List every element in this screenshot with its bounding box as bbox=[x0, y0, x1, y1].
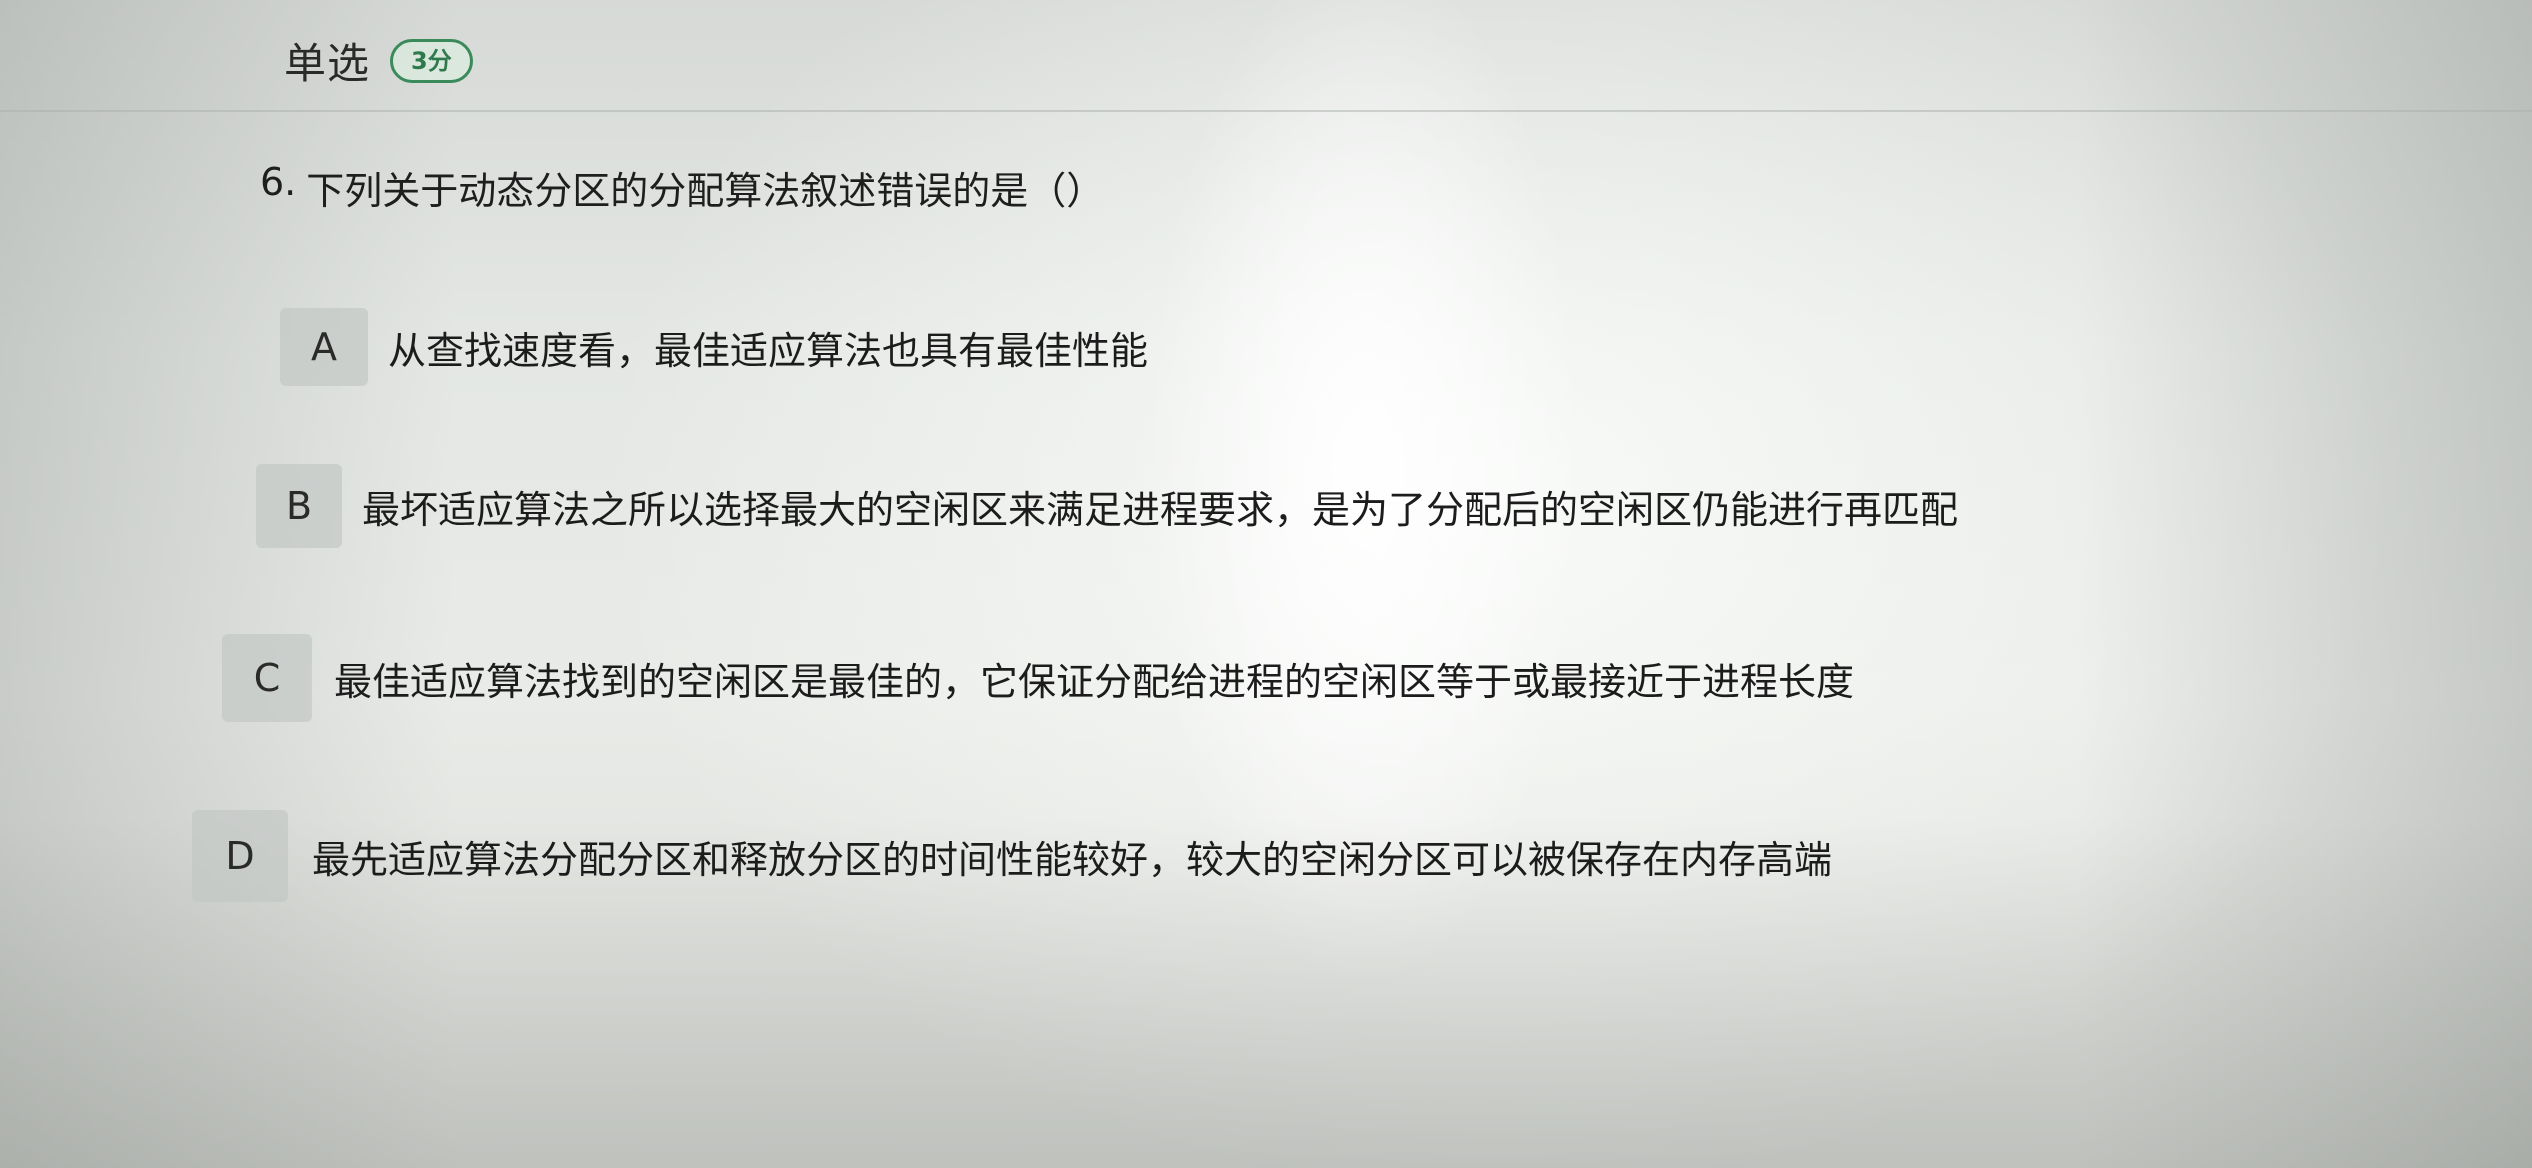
question-type-label: 单选 bbox=[284, 39, 371, 88]
question-stem: 6. 下列关于动态分区的分配算法叙述错误的是（） bbox=[260, 160, 1104, 215]
option-d[interactable]: D 最先适应算法分配分区和释放分区的时间性能较好，较大的空闲分区可以被保存在内存… bbox=[192, 810, 1832, 902]
option-c-letter[interactable]: C bbox=[222, 634, 312, 722]
option-a-letter[interactable]: A bbox=[280, 308, 368, 386]
option-b[interactable]: B 最坏适应算法之所以选择最大的空闲区来满足进程要求，是为了分配后的空闲区仍能进… bbox=[256, 464, 1958, 548]
option-b-text: 最坏适应算法之所以选择最大的空闲区来满足进程要求，是为了分配后的空闲区仍能进行再… bbox=[362, 487, 1959, 532]
option-c-text: 最佳适应算法找到的空闲区是最佳的，它保证分配给进程的空闲区等于或最接近于进程长度 bbox=[334, 659, 1855, 704]
score-badge: 3分 bbox=[390, 38, 473, 83]
option-d-text: 最先适应算法分配分区和释放分区的时间性能较好，较大的空闲分区可以被保存在内存高端 bbox=[312, 837, 1833, 882]
option-a[interactable]: A 从查找速度看，最佳适应算法也具有最佳性能 bbox=[280, 308, 1148, 386]
option-d-letter[interactable]: D bbox=[192, 810, 288, 902]
option-b-letter[interactable]: B bbox=[256, 464, 342, 548]
option-c[interactable]: C 最佳适应算法找到的空闲区是最佳的，它保证分配给进程的空闲区等于或最接近于进程… bbox=[222, 634, 1854, 722]
question-number: 6. bbox=[260, 160, 297, 204]
question-header: 单选 3分 bbox=[284, 30, 473, 91]
question-text: 下列关于动态分区的分配算法叙述错误的是（） bbox=[306, 169, 1105, 213]
option-a-text: 从查找速度看，最佳适应算法也具有最佳性能 bbox=[388, 328, 1149, 373]
header-divider bbox=[0, 110, 2532, 112]
